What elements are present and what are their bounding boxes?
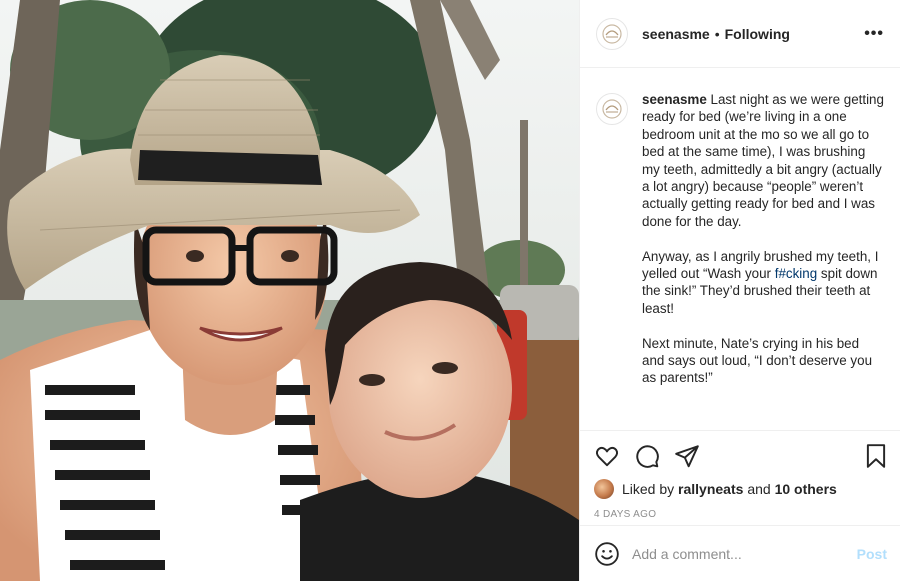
action-icons-row [594, 441, 889, 471]
caption-paragraph-1: seenasme Last night as we were getting r… [642, 91, 885, 230]
post-comment-button[interactable]: Post [857, 546, 887, 562]
caption-avatar[interactable] [596, 93, 628, 125]
following-button[interactable]: Following [725, 26, 790, 42]
post-side-panel: seenasme • Following ••• seenasme Last n… [579, 0, 900, 581]
caption-paragraph-3: Next minute, Nate’s crying in his bed an… [642, 335, 873, 386]
post-header: seenasme • Following ••• [580, 0, 900, 68]
hashtag-link[interactable]: f#cking [775, 266, 817, 281]
header-separator: • [714, 25, 720, 42]
user-avatar[interactable] [596, 17, 628, 50]
smile-icon[interactable] [594, 541, 620, 567]
liked-by-prefix: Liked by [622, 481, 675, 497]
comment-icon[interactable] [634, 443, 660, 469]
likes-summary: Liked by rallyneats and 10 others [594, 479, 889, 499]
post-actions: Liked by rallyneats and 10 others 4 DAYS… [580, 430, 900, 520]
logo-avatar-icon [602, 99, 622, 119]
bookmark-icon[interactable] [863, 443, 889, 469]
caption-username[interactable]: seenasme [642, 92, 707, 107]
logo-avatar-icon [602, 23, 622, 44]
share-icon[interactable] [674, 443, 700, 469]
liker-avatar[interactable] [594, 479, 614, 499]
post-photo[interactable] [0, 0, 579, 581]
post-timestamp[interactable]: 4 DAYS AGO [594, 509, 889, 520]
heart-icon[interactable] [594, 443, 620, 469]
caption-para1: Last night as we were getting ready for … [642, 92, 884, 229]
more-options-icon[interactable]: ••• [864, 25, 884, 43]
caption-text: seenasme Last night as we were getting r… [642, 91, 885, 404]
likes-and: and [747, 481, 771, 497]
caption-row: seenasme Last night as we were getting r… [596, 91, 885, 404]
comment-bar: Post [580, 525, 900, 581]
selfie-illustration [0, 0, 579, 581]
likes-others-link[interactable]: 10 others [775, 481, 837, 497]
caption-section: seenasme Last night as we were getting r… [580, 69, 900, 430]
liked-by-user[interactable]: rallyneats [678, 481, 743, 497]
header-username[interactable]: seenasme [642, 26, 710, 42]
caption-paragraph-2: Anyway, as I angrily brushed my teeth, I… [642, 248, 885, 318]
comment-input[interactable] [632, 545, 857, 562]
